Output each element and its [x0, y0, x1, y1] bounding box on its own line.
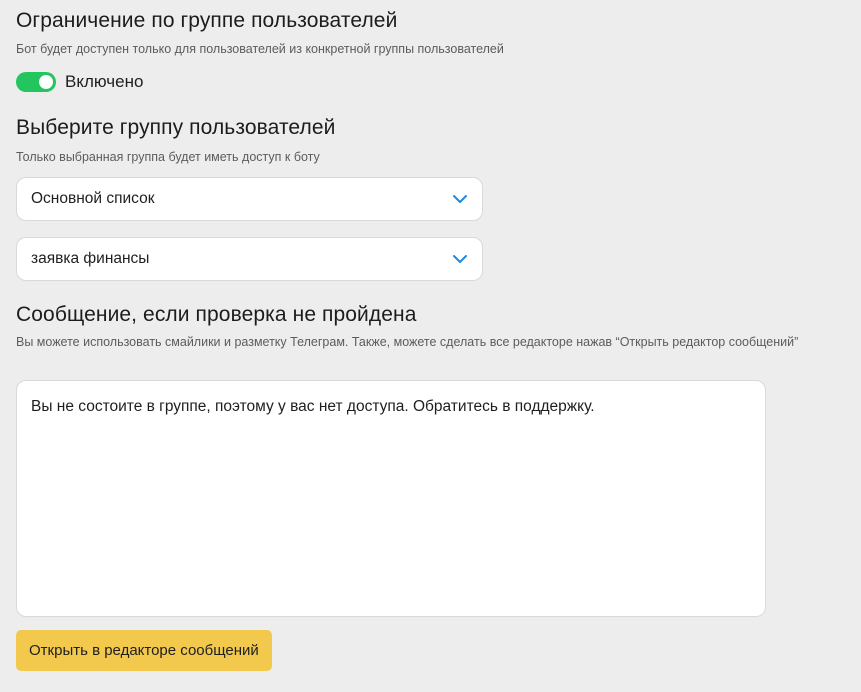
group-restriction-title: Ограничение по группе пользователей	[16, 9, 398, 32]
group-restriction-toggle[interactable]	[16, 72, 56, 92]
select-value: Основной список	[31, 190, 155, 207]
chevron-down-icon	[453, 195, 467, 203]
group-select-primary[interactable]: Основной список	[16, 177, 483, 221]
fail-message-textarea[interactable]: Вы не состоите в группе, поэтому у вас н…	[16, 380, 766, 617]
group-restriction-toggle-row: Включено	[16, 71, 143, 93]
fail-message-description: Вы можете использовать смайлики и размет…	[16, 335, 799, 349]
toggle-knob	[39, 75, 53, 89]
open-message-editor-button[interactable]: Открыть в редакторе сообщений	[16, 630, 272, 671]
chevron-down-icon	[453, 255, 467, 263]
toggle-label: Включено	[65, 72, 144, 91]
group-restriction-description: Бот будет доступен только для пользовате…	[16, 42, 504, 56]
fail-message-title: Сообщение, если проверка не пройдена	[16, 303, 417, 326]
group-select-description: Только выбранная группа будет иметь дост…	[16, 150, 320, 164]
select-value: заявка финансы	[31, 250, 150, 267]
group-select-secondary[interactable]: заявка финансы	[16, 237, 483, 281]
group-select-title: Выберите группу пользователей	[16, 116, 336, 139]
